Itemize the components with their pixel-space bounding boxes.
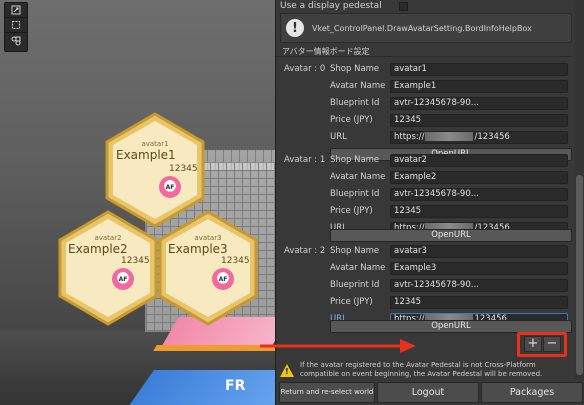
packages-button[interactable]: Packages: [481, 382, 583, 403]
hex-avatar-thumbnail: AF: [112, 268, 134, 290]
display-pedestal-checkbox[interactable]: [398, 1, 408, 11]
url-label: URL: [330, 132, 347, 142]
avatar-name-label: Avatar Name: [330, 172, 386, 182]
section-divider: [276, 56, 572, 57]
avatar-heading: Avatar : 1: [284, 155, 326, 165]
hex-board-shape: [58, 210, 158, 326]
blueprint-id-label: Blueprint Id: [330, 98, 380, 108]
url-prefix: https://: [394, 131, 425, 142]
control-panel: Use a display pedestal ! Vket_ControlPan…: [260, 0, 584, 405]
shop-name-field[interactable]: avatar3: [390, 244, 568, 258]
shop-name-row: Shop Name avatar3: [330, 244, 572, 258]
help-text: Vket_ControlPanel.DrawAvatarSetting.Bord…: [312, 23, 532, 33]
shop-name-label: Shop Name: [330, 155, 380, 165]
avatar-name-row: Avatar Name Example3: [330, 261, 572, 275]
price-row: Price (JPY) 12345: [330, 113, 572, 127]
multi-tool-icon[interactable]: [5, 33, 27, 48]
shop-name-label: Shop Name: [330, 64, 380, 74]
shop-name-field[interactable]: avatar1: [390, 62, 568, 76]
scene-view[interactable]: FR avatar1 Example1 12345 AF avatar2 Exa…: [0, 0, 275, 405]
logout-button[interactable]: Logout: [377, 382, 479, 403]
hex-price: 12345: [121, 256, 150, 266]
warning-line-2: compatible on event beginning, the Avata…: [300, 370, 543, 378]
pedestal-orange-edge: [153, 345, 275, 351]
avatar-board-hex-2[interactable]: avatar2 Example2 12345 AF: [58, 210, 158, 326]
help-box: ! Vket_ControlPanel.DrawAvatarSetting.Bo…: [280, 13, 572, 43]
blueprint-id-field[interactable]: avtr-12345678-90...: [390, 96, 568, 110]
avatar-name-row: Avatar Name Example2: [330, 170, 572, 184]
add-avatar-button[interactable]: +: [524, 336, 542, 352]
scrollbar-thumb[interactable]: [576, 175, 583, 375]
blueprint-id-field[interactable]: avtr-12345678-90...: [390, 278, 568, 292]
warning-line-1: If the avatar registered to the Avatar P…: [300, 361, 536, 369]
warning-box: ! If the avatar registered to the Avatar…: [280, 359, 572, 381]
avatar-name-label: Avatar Name: [330, 81, 386, 91]
price-label: Price (JPY): [330, 206, 373, 216]
display-pedestal-row: Use a display pedestal: [276, 0, 584, 12]
hex-avatar-name: Example2: [68, 242, 128, 256]
avatar-board-hex-3[interactable]: avatar3 Example3 12345 AF: [158, 210, 258, 326]
price-row: Price (JPY) 12345: [330, 204, 572, 218]
info-icon: !: [286, 19, 304, 37]
url-row: URL https:// /123456: [330, 130, 572, 144]
rect-tool-icon[interactable]: [5, 3, 27, 18]
url-suffix: /123456: [474, 131, 510, 142]
shop-name-row: Shop Name avatar1: [330, 62, 572, 76]
hex-avatar-name: Example3: [168, 242, 228, 256]
blueprint-id-row: Blueprint Id avtr-12345678-90...: [330, 187, 572, 201]
avatar-name-field[interactable]: Example1: [390, 79, 568, 93]
red-arrow-annotation: [260, 339, 416, 353]
hex-avatar-thumbnail: AF: [159, 176, 181, 198]
remove-avatar-button[interactable]: −: [543, 336, 561, 352]
scale-tool-icon[interactable]: [5, 18, 27, 33]
avatar-name-row: Avatar Name Example1: [330, 79, 572, 93]
warning-icon: !: [280, 363, 294, 377]
hex-avatar-name: Example1: [116, 148, 176, 162]
redacted-url-segment: [425, 131, 474, 141]
price-label: Price (JPY): [330, 297, 373, 307]
blueprint-id-row: Blueprint Id avtr-12345678-90...: [330, 96, 572, 110]
avatar-heading: Avatar : 0: [284, 64, 326, 74]
price-field[interactable]: 12345: [390, 113, 568, 127]
price-field[interactable]: 12345: [390, 295, 568, 309]
hex-avatar-id: avatar2: [94, 234, 122, 242]
avatar-name-label: Avatar Name: [330, 263, 386, 273]
blueprint-id-field[interactable]: avtr-12345678-90...: [390, 187, 568, 201]
warning-text: If the avatar registered to the Avatar P…: [300, 361, 542, 379]
avatar-heading: Avatar : 2: [284, 246, 326, 256]
scene-banner-text: FR: [225, 378, 246, 394]
scene-tool-strip: [4, 2, 28, 52]
open-url-button[interactable]: OpenURL: [330, 229, 572, 242]
hex-avatar-thumbnail: AF: [212, 268, 234, 290]
shop-name-field[interactable]: avatar2: [390, 153, 568, 167]
shop-name-label: Shop Name: [330, 246, 380, 256]
blueprint-id-label: Blueprint Id: [330, 280, 380, 290]
hex-price: 12345: [169, 164, 198, 174]
hex-avatar-id: avatar1: [141, 140, 169, 148]
url-field[interactable]: https:// /123456: [390, 130, 568, 144]
return-reselect-world-button[interactable]: Return and re-select world: [279, 382, 375, 403]
price-field[interactable]: 12345: [390, 204, 568, 218]
blueprint-id-row: Blueprint Id avtr-12345678-90...: [330, 278, 572, 292]
hex-price: 12345: [221, 256, 250, 266]
shop-name-row: Shop Name avatar2: [330, 153, 572, 167]
price-label: Price (JPY): [330, 115, 373, 125]
avatar-name-field[interactable]: Example2: [390, 170, 568, 184]
avatar-name-field[interactable]: Example3: [390, 261, 568, 275]
hex-board-shape: [158, 210, 258, 326]
hex-avatar-id: avatar3: [194, 234, 222, 242]
price-row: Price (JPY) 12345: [330, 295, 572, 309]
display-pedestal-label: Use a display pedestal: [280, 1, 382, 11]
blueprint-id-label: Blueprint Id: [330, 189, 380, 199]
